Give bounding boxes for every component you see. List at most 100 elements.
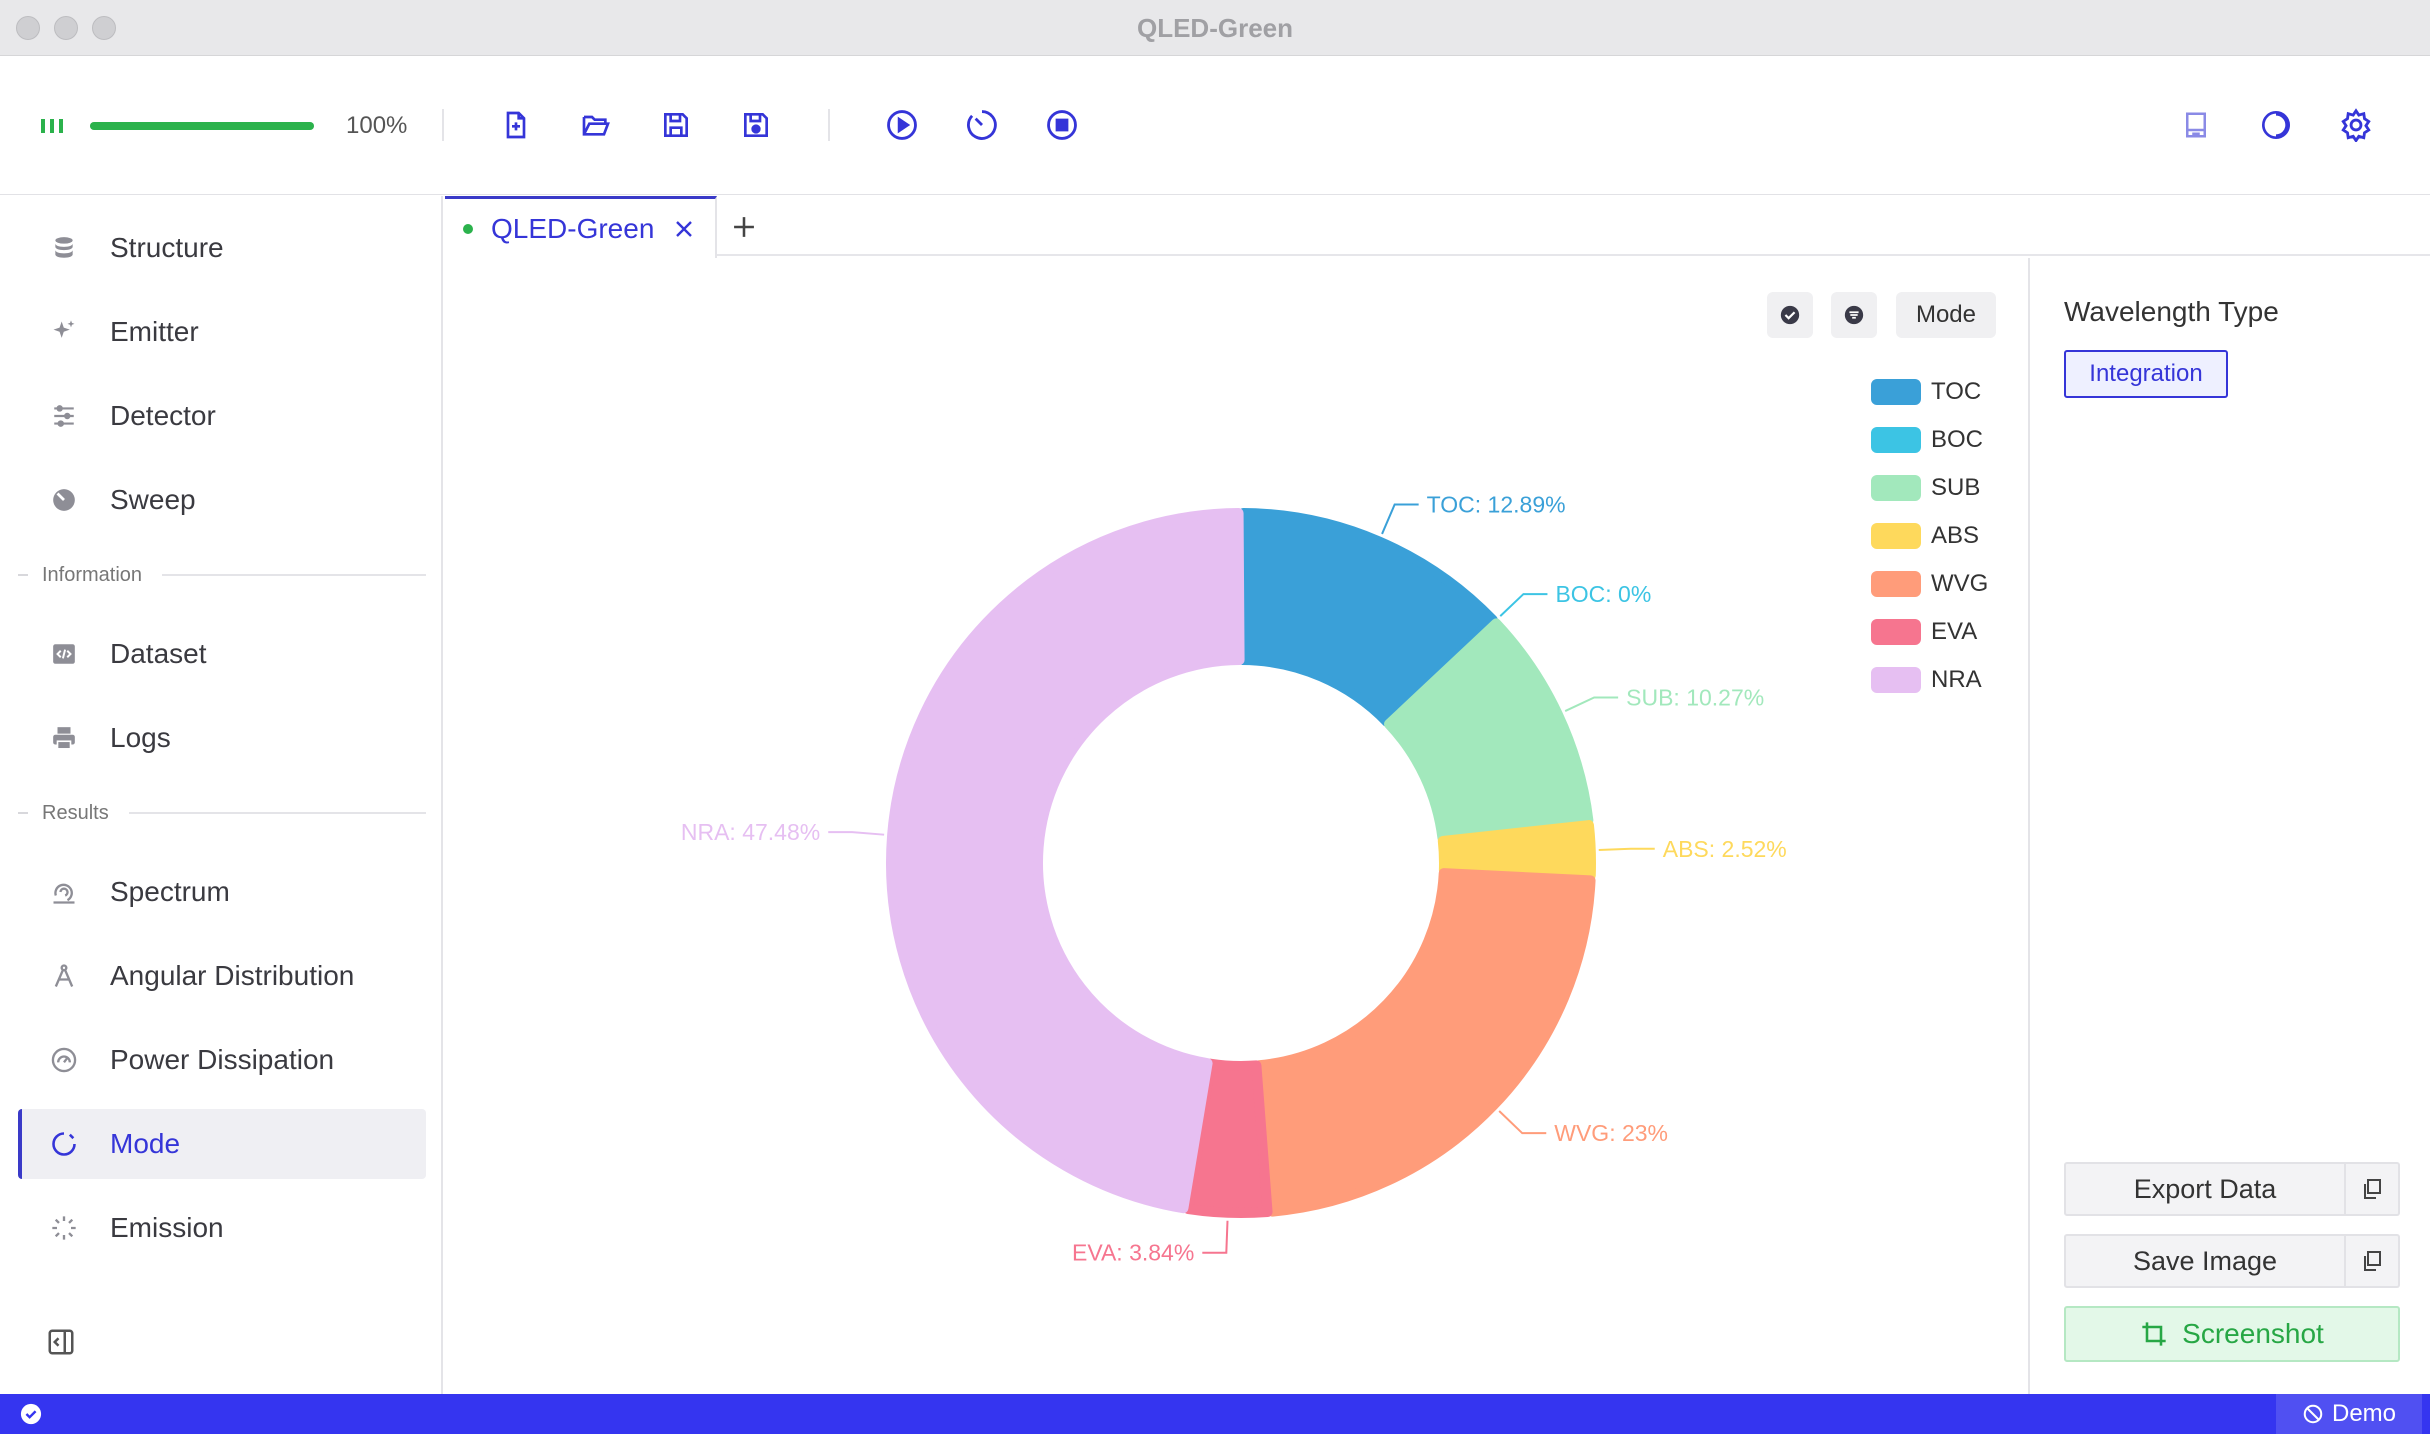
open-folder-button[interactable]	[576, 105, 616, 145]
settings-button[interactable]	[2336, 105, 2376, 145]
copy-image-button[interactable]	[2346, 1234, 2400, 1288]
demo-label: Demo	[2331, 1400, 2397, 1427]
export-data-group: Export Data	[2064, 1162, 2400, 1216]
leader-line	[1499, 593, 1548, 617]
check-circle-icon	[1780, 305, 1800, 325]
legend-label: TOC	[1931, 378, 1982, 405]
crop-icon	[2142, 1322, 2166, 1346]
leader-line	[1498, 1110, 1547, 1135]
settings-icon	[2341, 108, 2371, 142]
export-data-button[interactable]: Export Data	[2064, 1162, 2346, 1216]
code-icon	[48, 638, 80, 670]
spectrum-icon	[48, 876, 80, 908]
mode-button[interactable]: Mode	[1896, 292, 1996, 338]
integration-chip[interactable]: Integration	[2064, 350, 2228, 398]
mode-icon	[48, 1128, 80, 1160]
legend-swatch	[1871, 475, 1921, 501]
legend-label: BOC	[1931, 426, 1984, 453]
close-icon[interactable]	[672, 217, 696, 241]
donut-slice-abs[interactable]	[1437, 820, 1597, 881]
legend-label: EVA	[1931, 618, 1978, 645]
donut-slice-wvg[interactable]	[1254, 868, 1596, 1217]
toolbar: 100%	[0, 57, 2430, 195]
gauge-icon	[48, 1044, 80, 1076]
run-button[interactable]	[882, 105, 922, 145]
screenshot-label: Screenshot	[2182, 1318, 2324, 1349]
demo-badge[interactable]: Demo	[2276, 1394, 2422, 1434]
section-title: Information	[42, 563, 143, 586]
legend-item-wvg[interactable]: WVG	[1871, 560, 2011, 608]
add-tab-icon[interactable]	[727, 210, 761, 244]
copy-data-button[interactable]	[2346, 1162, 2400, 1216]
tab-qled-green[interactable]: QLED-Green	[445, 196, 717, 258]
legend-swatch	[1871, 523, 1921, 549]
stop-icon	[1047, 110, 1077, 140]
legend-swatch	[1871, 619, 1921, 645]
save-as-button[interactable]	[736, 105, 776, 145]
legend-item-boc[interactable]: BOC	[1871, 416, 2011, 464]
document-panel-button[interactable]	[2176, 105, 2216, 145]
screenshot-button[interactable]: Screenshot	[2064, 1306, 2400, 1362]
save-image-button[interactable]: Save Image	[2064, 1234, 2346, 1288]
leader-line	[1381, 503, 1419, 535]
compass-icon	[48, 960, 80, 992]
sidebar-item-label: Structure	[110, 232, 224, 263]
legend-item-sub[interactable]: SUB	[1871, 464, 2011, 512]
save-image-group: Save Image	[2064, 1234, 2400, 1288]
legend-item-abs[interactable]: ABS	[1871, 512, 2011, 560]
sidebar-item-label: Angular Distribution	[110, 960, 355, 991]
theme-icon	[2262, 111, 2290, 139]
toolbar-divider	[442, 109, 444, 141]
sidebar-item-power-dissipation[interactable]: Power Dissipation	[18, 1025, 426, 1095]
sidebar-item-sweep[interactable]: Sweep	[18, 465, 426, 535]
sidebar-item-detector[interactable]: Detector	[18, 381, 426, 451]
leader-line	[1202, 1220, 1229, 1254]
sidebar-item-logs[interactable]: Logs	[18, 703, 426, 773]
chart-area: Mode TOC: 12.89% BOC: 0% SUB: 10.27% ABS: 2…	[445, 258, 2028, 1394]
timer-icon	[967, 110, 997, 140]
tab-label: QLED-Green	[491, 212, 655, 244]
stop-button[interactable]	[1042, 105, 1082, 145]
sidebar-item-label: Mode	[110, 1128, 181, 1159]
legend-item-eva[interactable]: EVA	[1871, 608, 2011, 656]
open-folder-icon	[582, 115, 610, 136]
slice-label: ABS: 2.52%	[1663, 836, 1787, 862]
sidebar-item-label: Dataset	[110, 638, 207, 669]
filter-circle-icon	[1844, 305, 1864, 325]
section-line	[162, 574, 426, 576]
donut-slice-eva[interactable]	[1183, 1058, 1273, 1218]
donut-slice-sub[interactable]	[1383, 618, 1594, 844]
document-icon	[2186, 112, 2206, 138]
new-file-button[interactable]	[496, 105, 536, 145]
copy-icon	[2364, 1179, 2381, 1199]
legend-item-nra[interactable]: NRA	[1871, 656, 2011, 704]
sidebar-item-spectrum[interactable]: Spectrum	[18, 857, 426, 927]
leader-line	[1564, 696, 1619, 712]
status-ok-icon	[20, 1403, 42, 1425]
check-toggle-button[interactable]	[1767, 292, 1813, 338]
theme-toggle-button[interactable]	[2256, 105, 2296, 145]
prohibited-icon	[2303, 1404, 2323, 1424]
sidebar-item-emission[interactable]: Emission	[18, 1193, 426, 1263]
donut-chart: TOC: 12.89% BOC: 0% SUB: 10.27% ABS: 2.52% W…	[681, 492, 1787, 1266]
title-bar: QLED-Green	[0, 0, 2430, 56]
sidebar-item-angular-distribution[interactable]: Angular Distribution	[18, 941, 426, 1011]
slice-label: TOC: 12.89%	[1427, 492, 1566, 518]
sidebar-item-label: Sweep	[110, 484, 196, 515]
timer-button[interactable]	[962, 105, 1002, 145]
toolbar-divider	[828, 109, 830, 141]
legend-label: SUB	[1931, 474, 1981, 501]
donut-slice-nra[interactable]	[886, 508, 1245, 1214]
filter-toggle-button[interactable]	[1831, 292, 1877, 338]
sidebar-item-dataset[interactable]: Dataset	[18, 619, 426, 689]
sidebar-item-structure[interactable]: Structure	[18, 213, 426, 283]
donut-slice-toc[interactable]	[1237, 508, 1498, 727]
legend-item-toc[interactable]: TOC	[1871, 368, 2011, 416]
sidebar-item-mode[interactable]: Mode	[18, 1109, 426, 1179]
sidebar-item-emitter[interactable]: Emitter	[18, 297, 426, 367]
save-button[interactable]	[656, 105, 696, 145]
slice-label: NRA: 47.48%	[681, 819, 820, 845]
section-results: Results	[18, 798, 426, 828]
sidebar-collapse-icon[interactable]	[46, 1327, 76, 1357]
legend-swatch	[1871, 571, 1921, 597]
